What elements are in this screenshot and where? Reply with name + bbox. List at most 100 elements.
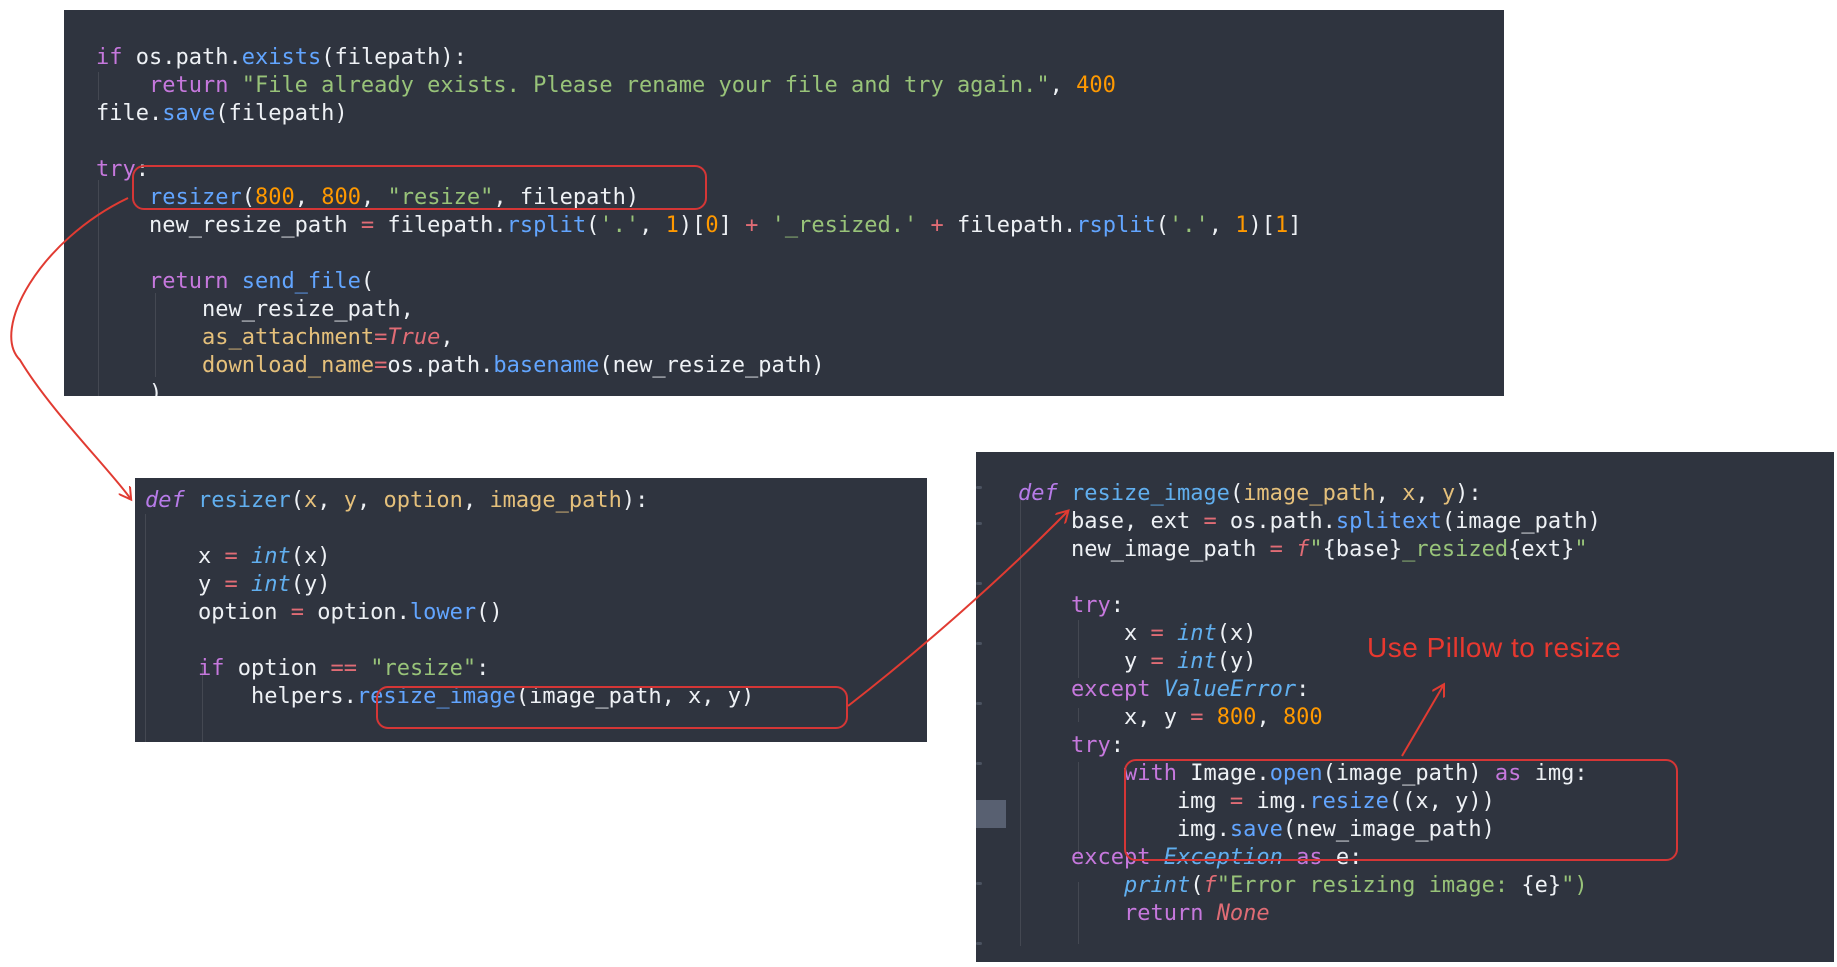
code-token: , — [462, 488, 490, 513]
code-token: 1 — [1274, 213, 1289, 238]
code-token: , — [360, 185, 388, 210]
code-line: y = int(y) — [145, 571, 754, 599]
code-token: int — [1176, 649, 1217, 674]
gutter-marker — [976, 522, 982, 525]
gutter-marker — [976, 702, 982, 705]
gutter-marker — [976, 486, 982, 489]
code-token: (y) — [1216, 649, 1257, 674]
code-token: : — [1110, 593, 1124, 618]
code-token: return — [148, 269, 242, 294]
code-token: = — [374, 353, 388, 378]
code-token: = — [1190, 705, 1204, 730]
code-token: file. — [96, 101, 163, 126]
code-token: if — [197, 656, 238, 681]
code-token: ): — [1455, 481, 1482, 506]
code-panel-top: if os.path.exists(filepath): return "Fil… — [64, 10, 1504, 396]
code-token: = — [224, 544, 238, 569]
code-token: : — [135, 157, 149, 182]
code-token: new_image_path — [1018, 537, 1270, 562]
code-token: {base} — [1322, 537, 1403, 562]
code-token: (new_resize_path) — [599, 353, 825, 378]
code-token: = — [1203, 509, 1217, 534]
code-token: open — [1269, 761, 1323, 786]
code-token: : — [1110, 733, 1124, 758]
code-token: ( — [290, 488, 304, 513]
code-token: " — [1574, 537, 1588, 562]
code-token: int — [1176, 621, 1217, 646]
code-token: resize — [1309, 789, 1389, 814]
code-token: except — [1070, 677, 1164, 702]
code-token: x — [1018, 621, 1151, 646]
code-token: ] — [1288, 213, 1302, 238]
code-line: base, ext = os.path.splitext(image_path) — [1018, 508, 1601, 536]
code-token: + — [745, 213, 759, 238]
code-token: option. — [303, 600, 410, 625]
code-token: os.path. — [135, 45, 242, 70]
code-token: ( — [1190, 873, 1204, 898]
code-line: img = img.resize((x, y)) — [1018, 788, 1601, 816]
code-line: def resizer(x, y, option, image_path): — [145, 487, 754, 515]
code-token: try — [1070, 593, 1111, 618]
code-token: 1 — [665, 213, 679, 238]
code-token: image_path — [489, 488, 622, 513]
code-token: ( — [241, 185, 255, 210]
code-token: '.' — [599, 213, 640, 238]
code-token: filepath. — [943, 213, 1077, 238]
code-line: x, y = 800, 800 — [1018, 704, 1601, 732]
code-token: () — [476, 600, 503, 625]
code-token: basename — [493, 353, 600, 378]
code-token: (filepath): — [321, 45, 467, 70]
code-block-resizer: def resizer(x, y, option, image_path): x… — [145, 487, 754, 711]
code-token: (image_path, x, y) — [515, 684, 755, 709]
code-token: try — [96, 157, 136, 182]
code-token: img. — [1243, 789, 1310, 814]
code-token: x — [145, 544, 225, 569]
code-token: (new_image_path) — [1282, 817, 1495, 842]
code-token: x — [303, 488, 318, 513]
code-token: ( — [586, 213, 600, 238]
code-token: )[ — [1248, 213, 1275, 238]
current-line-marker — [976, 800, 1006, 828]
code-token: def — [1018, 481, 1071, 506]
code-token: ( — [1229, 481, 1244, 506]
code-line: try: — [1018, 592, 1601, 620]
code-token: resize_image — [1070, 481, 1230, 506]
code-token: f — [1296, 537, 1310, 562]
code-token: y — [145, 572, 225, 597]
code-token: "resize" — [387, 185, 494, 210]
code-line: new_resize_path = filepath.rsplit('.', 1… — [96, 212, 1302, 240]
code-token: , — [1415, 481, 1442, 506]
code-token: y — [1018, 649, 1151, 674]
code-token: == — [330, 656, 357, 681]
annotation-use-pillow: Use Pillow to resize — [1367, 632, 1622, 663]
code-token: x — [1402, 481, 1416, 506]
code-token: = — [360, 213, 375, 238]
code-line: download_name=os.path.basename(new_resiz… — [96, 352, 1301, 380]
code-token: y — [1441, 481, 1456, 506]
code-token: "resize" — [370, 656, 477, 681]
code-token: ((x, y)) — [1388, 789, 1495, 814]
code-token: (y) — [290, 572, 331, 597]
code-token: return — [1123, 901, 1217, 926]
code-token: = — [1269, 537, 1283, 562]
code-token: send_file — [241, 269, 361, 294]
code-line: try: — [1018, 732, 1601, 760]
code-token: Image. — [1190, 761, 1270, 786]
code-line: x = int(x) — [145, 543, 754, 571]
code-token: _resized — [1402, 537, 1509, 562]
code-token: lower — [409, 600, 477, 625]
code-panel-resizer: def resizer(x, y, option, image_path): x… — [135, 478, 927, 742]
